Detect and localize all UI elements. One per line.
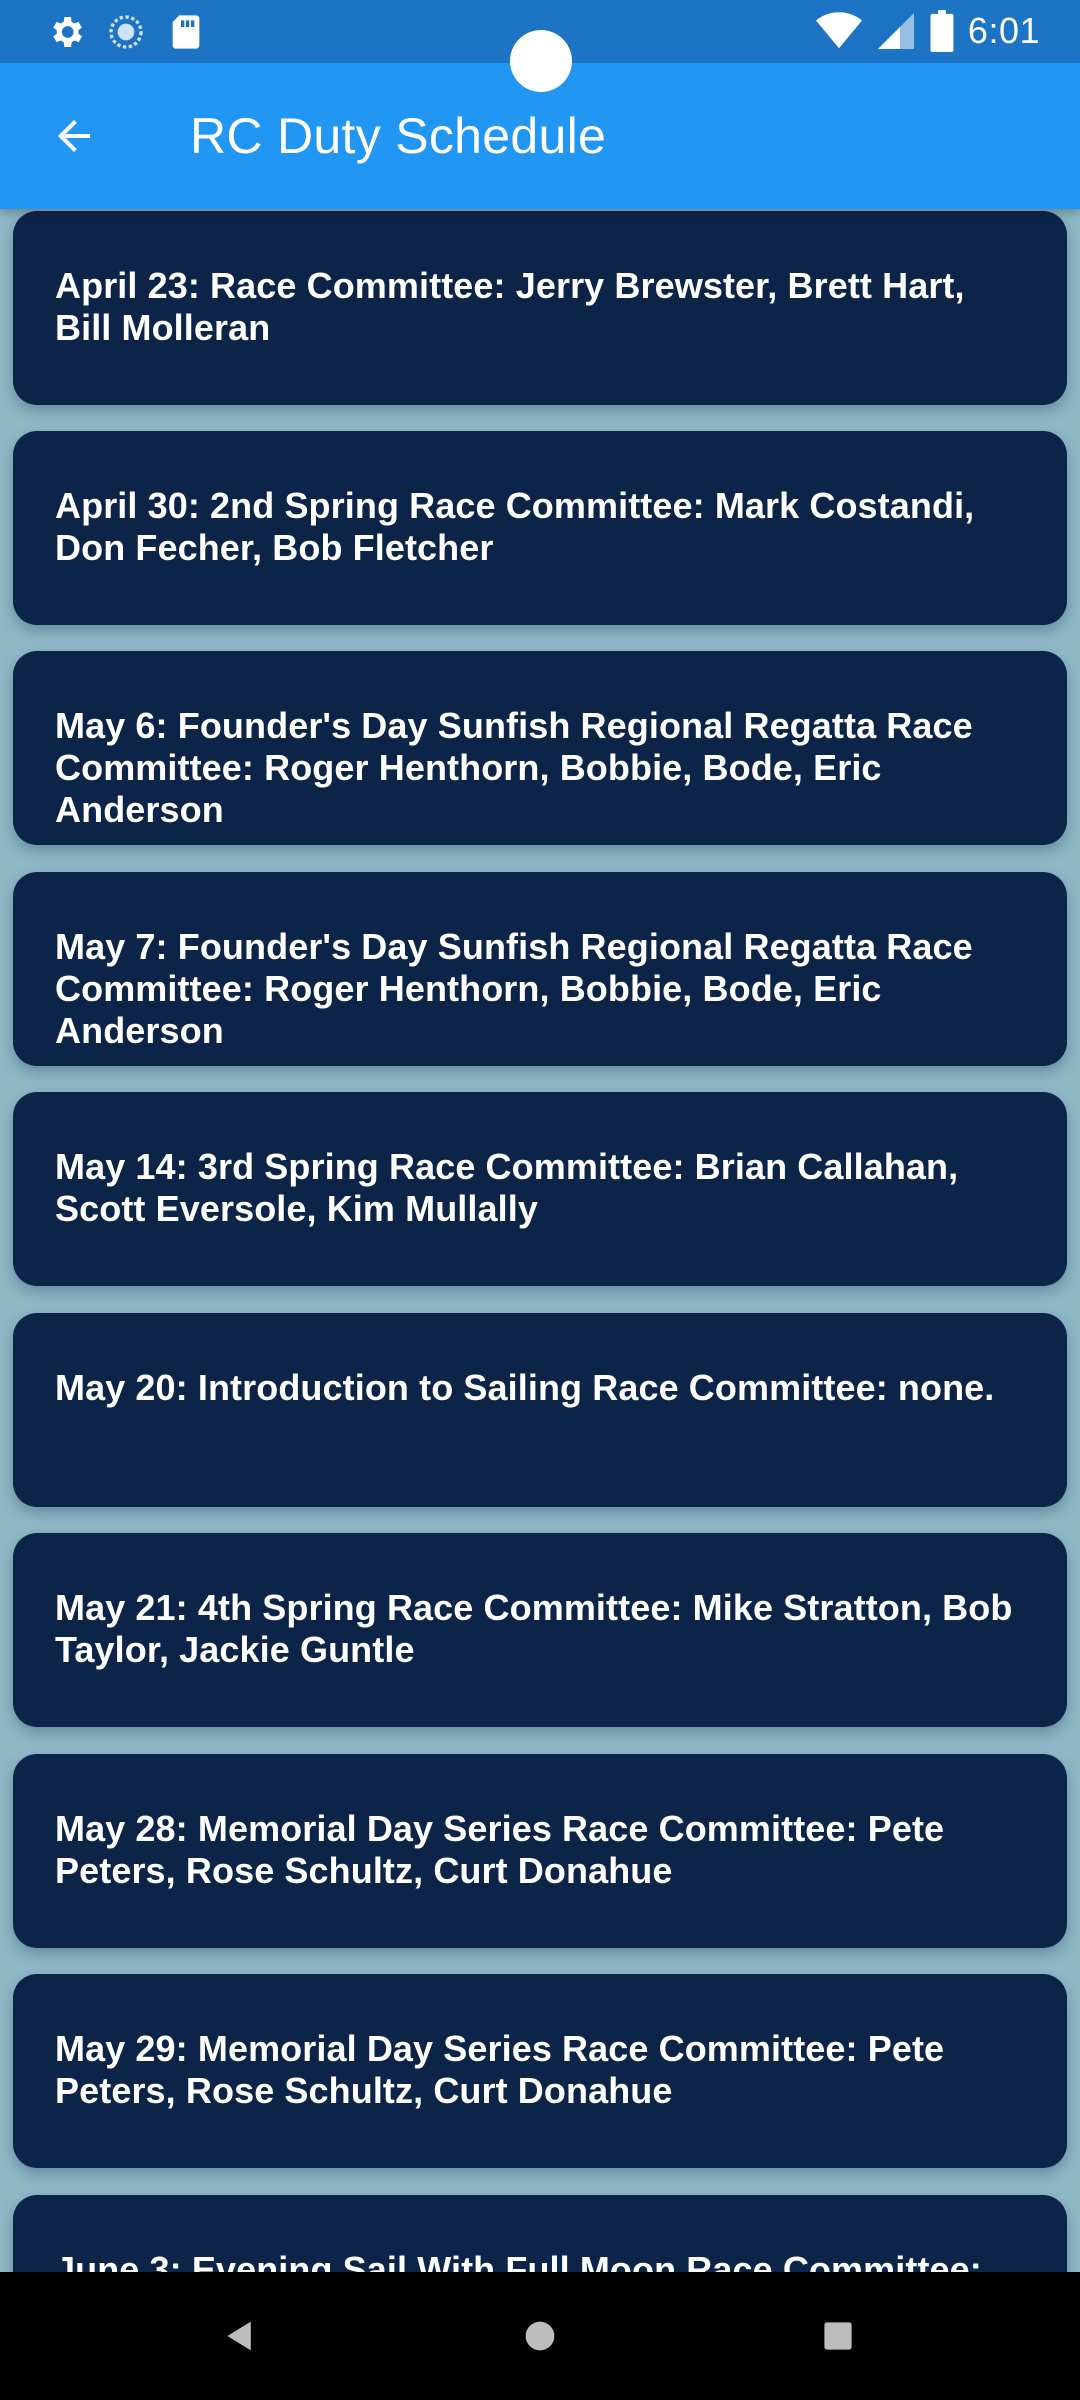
schedule-card-text: April 23: Race Committee: Jerry Brewster… <box>55 265 965 348</box>
schedule-card[interactable]: June 3: Evening Sail With Full Moon Race… <box>13 2195 1067 2272</box>
settings-icon <box>46 12 86 52</box>
page-title: RC Duty Schedule <box>190 108 607 164</box>
cell-signal-icon <box>876 11 916 51</box>
wifi-icon <box>815 11 862 51</box>
schedule-card-text: May 29: Memorial Day Series Race Committ… <box>55 2028 945 2111</box>
app-screen: 6:01 RC Duty Schedule April 23: Race Com… <box>0 0 1080 2400</box>
schedule-card-text: May 28: Memorial Day Series Race Committ… <box>55 1808 945 1891</box>
status-left-icons <box>46 12 226 52</box>
nav-back-button[interactable] <box>200 2296 280 2376</box>
nav-home-button[interactable] <box>500 2296 580 2376</box>
schedule-card[interactable]: May 20: Introduction to Sailing Race Com… <box>13 1313 1067 1507</box>
schedule-card-text: May 6: Founder's Day Sunfish Regional Re… <box>55 705 973 830</box>
schedule-card-text: June 3: Evening Sail With Full Moon Race… <box>55 2249 982 2272</box>
schedule-card[interactable]: May 21: 4th Spring Race Committee: Mike … <box>13 1533 1067 1727</box>
schedule-card[interactable]: April 23: Race Committee: Jerry Brewster… <box>13 211 1067 405</box>
nav-recents-button[interactable] <box>798 2296 878 2376</box>
schedule-card-text: May 20: Introduction to Sailing Race Com… <box>55 1367 995 1408</box>
schedule-list[interactable]: April 23: Race Committee: Jerry Brewster… <box>0 209 1080 2272</box>
home-circle-icon <box>525 2321 555 2351</box>
schedule-card-text: April 30: 2nd Spring Race Committee: Mar… <box>55 485 975 568</box>
battery-icon <box>930 10 954 52</box>
schedule-card[interactable]: May 6: Founder's Day Sunfish Regional Re… <box>13 651 1067 845</box>
schedule-card[interactable]: May 7: Founder's Day Sunfish Regional Re… <box>13 872 1067 1066</box>
schedule-card[interactable]: May 28: Memorial Day Series Race Committ… <box>13 1754 1067 1948</box>
schedule-card[interactable]: April 30: 2nd Spring Race Committee: Mar… <box>13 431 1067 625</box>
schedule-card-text: May 14: 3rd Spring Race Committee: Brian… <box>55 1146 959 1229</box>
status-clock: 6:01 <box>967 10 1040 51</box>
schedule-card-text: May 21: 4th Spring Race Committee: Mike … <box>55 1587 1013 1670</box>
arrow-back-icon <box>58 120 90 152</box>
schedule-card[interactable]: May 29: Memorial Day Series Race Committ… <box>13 1974 1067 2168</box>
camera-cutout <box>510 30 572 92</box>
status-right-icons: 6:01 <box>802 10 1040 52</box>
schedule-card[interactable]: May 14: 3rd Spring Race Committee: Brian… <box>13 1092 1067 1286</box>
system-nav-bar <box>0 2272 1080 2400</box>
sd-card-icon <box>166 12 206 52</box>
back-button[interactable] <box>28 99 120 173</box>
data-saver-icon <box>106 12 146 52</box>
recents-square-icon <box>824 2322 852 2350</box>
back-triangle-icon <box>227 2321 251 2351</box>
schedule-card-text: May 7: Founder's Day Sunfish Regional Re… <box>55 926 973 1051</box>
